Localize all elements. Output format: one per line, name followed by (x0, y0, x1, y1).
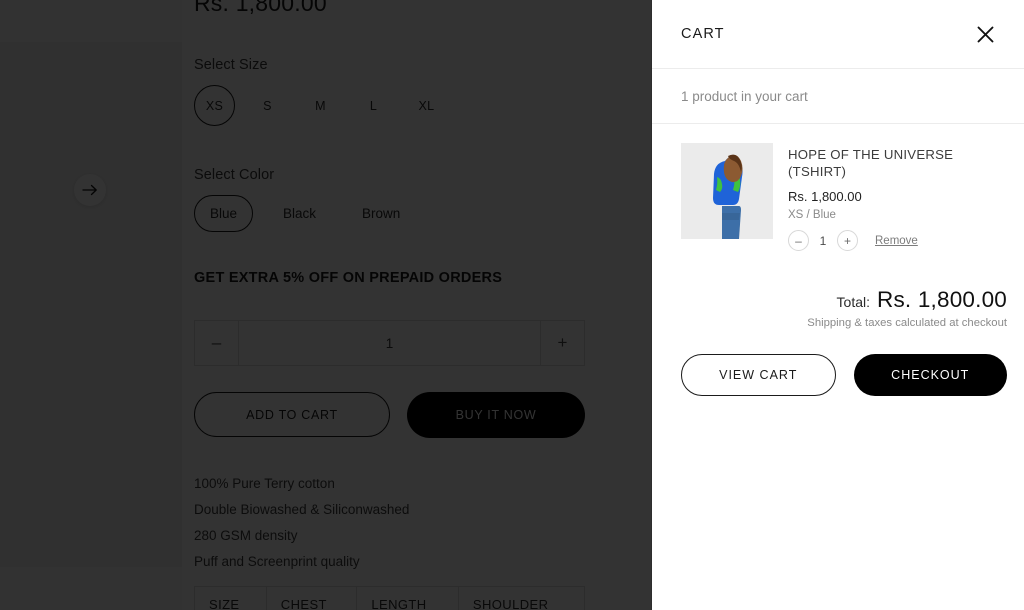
cart-quantity-value: 1 (819, 233, 827, 248)
view-cart-button[interactable]: VIEW CART (681, 354, 836, 396)
remove-item-link[interactable]: Remove (875, 235, 918, 247)
close-icon (976, 25, 995, 44)
screen: Rs. 1,800.00 Select Size XS S M L XL Sel… (0, 0, 1024, 610)
cart-quantity-decrement-button[interactable]: – (788, 230, 809, 251)
close-cart-button[interactable] (972, 21, 998, 47)
cart-line-item: HOPE OF THE UNIVERSE (TSHIRT) Rs. 1,800.… (681, 143, 995, 251)
cart-header: CART (652, 0, 1024, 69)
modal-overlay[interactable] (0, 0, 652, 610)
cart-drawer: CART 1 product in your cart HOPE OF THE … (652, 0, 1024, 610)
cart-item-details: HOPE OF THE UNIVERSE (TSHIRT) Rs. 1,800.… (773, 143, 995, 251)
cart-item-name[interactable]: HOPE OF THE UNIVERSE (TSHIRT) (788, 147, 995, 180)
cart-total-label: Total: (836, 294, 871, 310)
cart-total-amount: Rs. 1,800.00 (877, 287, 1007, 312)
cart-item-count: 1 product in your cart (652, 69, 1024, 124)
cart-items-list: HOPE OF THE UNIVERSE (TSHIRT) Rs. 1,800.… (652, 124, 1024, 251)
cart-item-price: Rs. 1,800.00 (788, 189, 862, 204)
cart-total-note: Shipping & taxes calculated at checkout (807, 317, 1007, 329)
product-thumbnail[interactable] (681, 143, 773, 239)
cart-title: CART (681, 26, 725, 42)
cart-action-buttons: VIEW CART CHECKOUT (652, 329, 1024, 396)
checkout-button[interactable]: CHECKOUT (853, 354, 1007, 396)
cart-item-variant: XS / Blue (788, 209, 836, 221)
cart-total-section: Total: Rs. 1,800.00 Shipping & taxes cal… (652, 251, 1024, 329)
cart-total-line: Total: Rs. 1,800.00 (681, 287, 1007, 313)
cart-quantity-increment-button[interactable]: + (837, 230, 858, 251)
cart-item-quantity-controls: – 1 + Remove (788, 230, 995, 251)
